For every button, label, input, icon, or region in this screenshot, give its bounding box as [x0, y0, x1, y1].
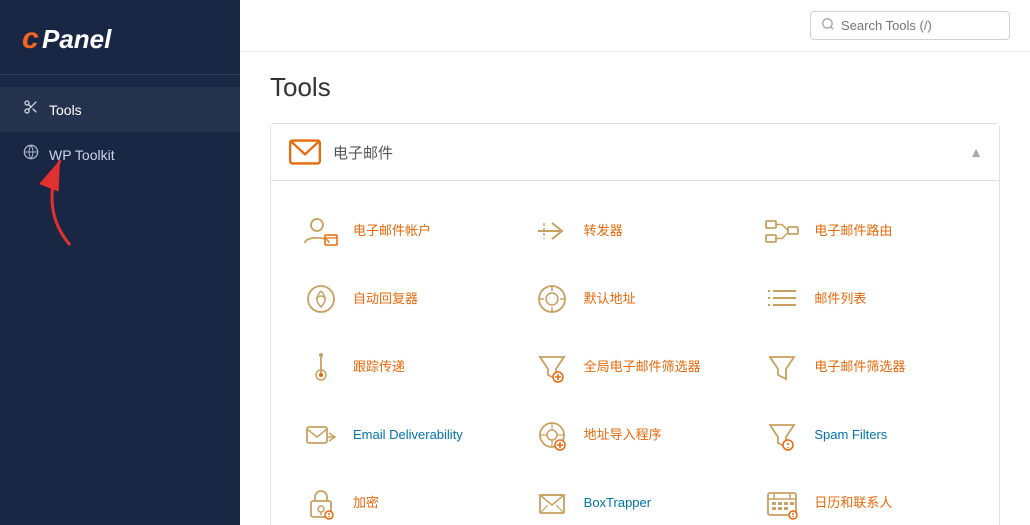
sidebar-nav: Tools WP Toolkit: [0, 75, 240, 189]
tool-mailing-lists[interactable]: 邮件列表: [750, 265, 981, 333]
tool-global-filters[interactable]: 全局电子邮件筛选器: [520, 333, 751, 401]
spam-filters-icon: [762, 415, 802, 455]
tool-encryption[interactable]: 加密: [289, 469, 520, 525]
tool-track-delivery[interactable]: 跟踪传递: [289, 333, 520, 401]
tool-email-accounts[interactable]: 电子邮件帐户: [289, 197, 520, 265]
tools-icon: [23, 99, 39, 120]
section-chevron: ▲: [969, 144, 983, 160]
sidebar: c Panel Tools: [0, 0, 240, 525]
tool-autoresponders[interactable]: 自动回复器: [289, 265, 520, 333]
autoresponders-icon: [301, 279, 341, 319]
boxtrapper-label: BoxTrapper: [584, 495, 651, 512]
email-routing-icon: [762, 211, 802, 251]
address-importer-icon: [532, 415, 572, 455]
page-title: Tools: [270, 72, 1000, 103]
mailing-lists-icon: [762, 279, 802, 319]
email-section: 电子邮件 ▲ 电子: [270, 123, 1000, 525]
svg-text:Panel: Panel: [42, 24, 112, 54]
sidebar-wptoolkit-label: WP Toolkit: [49, 147, 115, 163]
global-filters-icon: [532, 347, 572, 387]
encryption-icon: [301, 483, 341, 523]
email-section-icon: [289, 136, 321, 168]
tool-email-deliverability[interactable]: Email Deliverability: [289, 401, 520, 469]
autoresponders-label: 自动回复器: [353, 291, 418, 308]
page-body: Tools 电子邮件 ▲: [240, 52, 1030, 525]
svg-text:c: c: [22, 22, 39, 54]
cpanel-logo: c Panel: [20, 18, 220, 54]
tool-address-importer[interactable]: 地址导入程序: [520, 401, 751, 469]
email-tool-grid: 电子邮件帐户 转发器: [289, 197, 981, 525]
tool-default-address[interactable]: 默认地址: [520, 265, 751, 333]
encryption-label: 加密: [353, 495, 379, 512]
tool-calendar-contacts[interactable]: 日历和联系人: [750, 469, 981, 525]
tool-forwarders[interactable]: 转发器: [520, 197, 751, 265]
search-icon: [821, 17, 835, 34]
email-filters-icon: [762, 347, 802, 387]
tool-spam-filters[interactable]: Spam Filters: [750, 401, 981, 469]
search-box[interactable]: [810, 11, 1010, 40]
forwarders-icon: [532, 211, 572, 251]
global-filters-label: 全局电子邮件筛选器: [584, 359, 701, 376]
calendar-contacts-icon: [762, 483, 802, 523]
forwarders-label: 转发器: [584, 223, 623, 240]
default-address-icon: [532, 279, 572, 319]
address-importer-label: 地址导入程序: [584, 427, 662, 444]
email-accounts-icon: [301, 211, 341, 251]
email-accounts-label: 电子邮件帐户: [353, 223, 431, 240]
email-routing-label: 电子邮件路由: [814, 223, 892, 240]
tool-email-filters[interactable]: 电子邮件筛选器: [750, 333, 981, 401]
main-content: Tools 电子邮件 ▲: [240, 0, 1030, 525]
cpanel-logo-svg: c Panel: [20, 18, 130, 54]
email-section-body: 电子邮件帐户 转发器: [271, 181, 999, 525]
mailing-lists-label: 邮件列表: [814, 291, 866, 308]
email-deliverability-icon: [301, 415, 341, 455]
track-delivery-label: 跟踪传递: [353, 359, 405, 376]
search-input[interactable]: [841, 18, 999, 33]
sidebar-item-tools[interactable]: Tools: [0, 87, 240, 132]
section-header-email[interactable]: 电子邮件 ▲: [271, 124, 999, 181]
sidebar-tools-label: Tools: [49, 102, 82, 118]
spam-filters-label: Spam Filters: [814, 427, 887, 444]
boxtrapper-icon: [532, 483, 572, 523]
logo-area: c Panel: [0, 0, 240, 75]
tool-boxtrapper[interactable]: BoxTrapper: [520, 469, 751, 525]
email-filters-label: 电子邮件筛选器: [814, 359, 905, 376]
tool-email-routing[interactable]: 电子邮件路由: [750, 197, 981, 265]
default-address-label: 默认地址: [584, 291, 636, 308]
track-delivery-icon: [301, 347, 341, 387]
sidebar-item-wp-toolkit[interactable]: WP Toolkit: [0, 132, 240, 177]
email-deliverability-label: Email Deliverability: [353, 427, 463, 444]
wp-icon: [23, 144, 39, 165]
calendar-contacts-label: 日历和联系人: [814, 495, 892, 512]
email-section-title: 电子邮件: [333, 142, 393, 163]
top-bar: [240, 0, 1030, 52]
